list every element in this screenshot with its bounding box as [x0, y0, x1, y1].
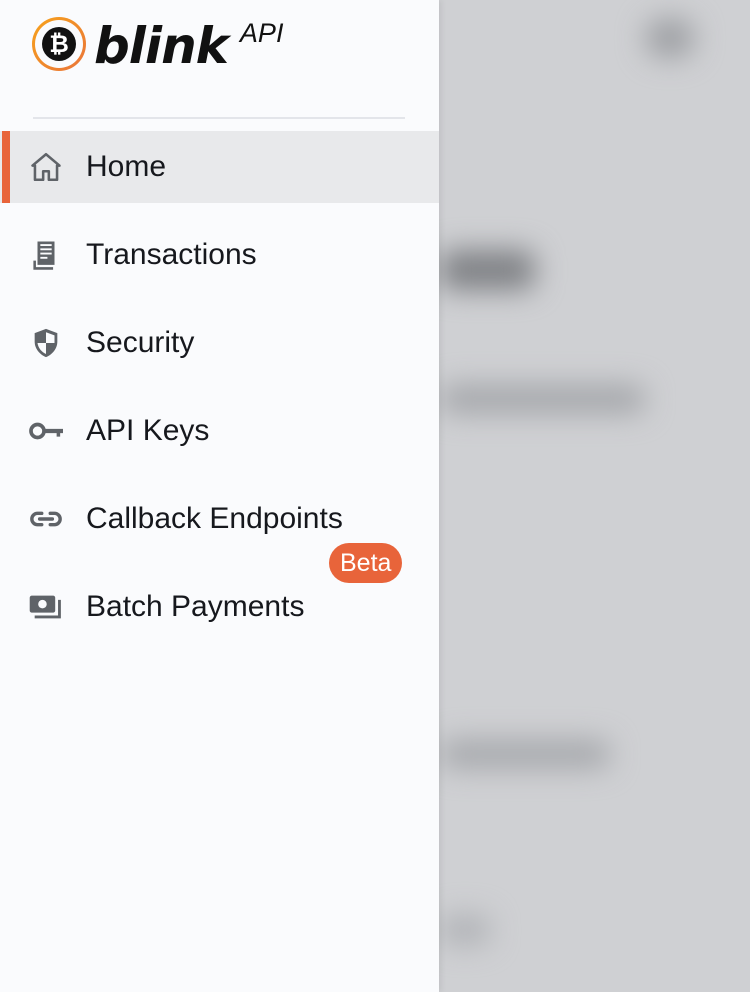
home-icon — [26, 147, 66, 187]
svg-text:₿: ₿ — [49, 30, 69, 58]
receipt-icon — [26, 235, 66, 275]
nav-item-label: Home — [86, 150, 167, 183]
nav-item-home[interactable]: Home — [0, 131, 439, 203]
app-screen: ₿ blink API Home Transactions Security A… — [0, 0, 750, 992]
link-icon — [26, 499, 66, 539]
shield-icon — [26, 323, 66, 363]
nav-item-security[interactable]: Security — [0, 299, 439, 387]
nav-item-api-keys[interactable]: API Keys — [0, 387, 439, 475]
nav-item-label: Transactions — [86, 238, 257, 271]
nav-item-label: Security — [86, 326, 195, 359]
brand-wordmark: blink — [94, 17, 229, 75]
brand-api-label: API — [239, 18, 284, 48]
nav-item-label: API Keys — [86, 414, 210, 447]
nav-item-label: Batch Payments — [86, 590, 305, 623]
nav-item-transactions[interactable]: Transactions — [0, 211, 439, 299]
bitcoin-coin-icon: ₿ — [32, 17, 86, 71]
navigation-drawer: ₿ blink API Home Transactions Security A… — [0, 0, 439, 992]
payments-icon — [26, 587, 66, 627]
nav-list: Home Transactions Security API Keys Call… — [0, 131, 439, 651]
brand-logo[interactable]: ₿ blink API — [32, 14, 283, 80]
beta-badge: Beta — [329, 543, 403, 583]
key-icon — [26, 411, 66, 451]
nav-item-batch-payments[interactable]: Batch Payments Beta — [0, 543, 439, 651]
nav-item-label: Callback Endpoints — [86, 502, 343, 535]
brand-divider — [33, 117, 405, 119]
